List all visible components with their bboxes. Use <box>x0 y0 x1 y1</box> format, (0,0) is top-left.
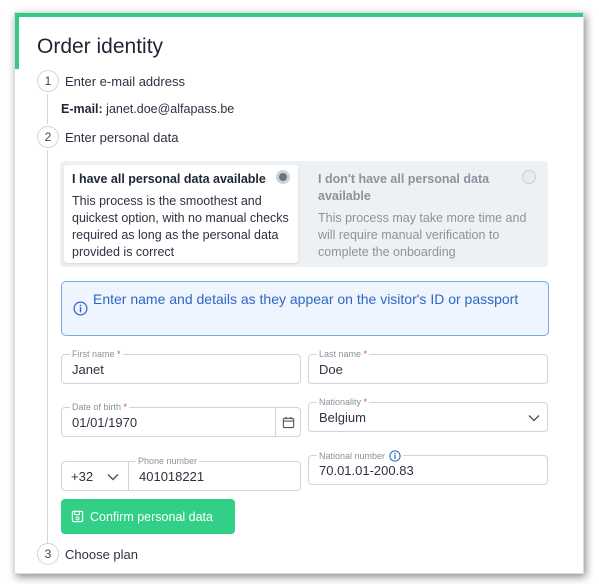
email-value: janet.doe@alfapass.be <box>106 102 235 116</box>
phone-field[interactable]: +32 Phone number 401018221 <box>61 456 301 491</box>
step-3-number: 3 <box>37 543 59 565</box>
first-name-label: First name * <box>70 349 123 359</box>
option-all-data-title: I have all personal data available <box>72 172 266 186</box>
phone-prefix-value[interactable]: +32 <box>71 469 93 484</box>
email-summary: E-mail: janet.doe@alfapass.be <box>61 102 234 116</box>
info-banner-text: Enter name and details as they appear on… <box>93 291 519 307</box>
last-name-value: Doe <box>319 362 343 377</box>
step-2-number: 2 <box>37 126 59 148</box>
option-all-data-description: This process is the smoothest and quicke… <box>72 194 289 259</box>
national-number-value: 70.01.01-200.83 <box>319 463 414 478</box>
confirm-button-label: Confirm personal data <box>90 509 213 524</box>
step-1-connector <box>47 94 48 124</box>
option-missing-data-radio[interactable] <box>522 170 536 184</box>
email-label: E-mail: <box>61 102 103 116</box>
page-title: Order identity <box>37 35 164 58</box>
last-name-label: Last name * <box>317 349 370 359</box>
option-missing-data-description: This process may take more time and will… <box>318 211 527 259</box>
step-1-label: Enter e-mail address <box>65 74 185 89</box>
date-of-birth-field[interactable]: Date of birth * 01/01/1970 <box>61 402 301 437</box>
option-missing-data-title: I don't have all personal data available <box>318 172 490 203</box>
info-icon <box>73 301 88 316</box>
national-number-field[interactable]: National number 70.01.01-200.83 <box>308 450 548 485</box>
national-number-label: National number <box>317 450 404 462</box>
first-name-value: Janet <box>72 362 104 377</box>
date-of-birth-label: Date of birth * <box>70 402 130 412</box>
nationality-label: Nationality * <box>317 397 370 407</box>
nationality-select[interactable]: Nationality * Belgium <box>308 397 548 432</box>
phone-number-value: 401018221 <box>139 469 205 484</box>
save-icon <box>71 510 84 523</box>
step-2-connector <box>47 150 48 543</box>
step-2-label: Enter personal data <box>65 130 179 145</box>
order-identity-panel: Order identity 1 Enter e-mail address E-… <box>14 12 584 574</box>
first-name-field[interactable]: First name * Janet <box>61 349 301 384</box>
chevron-down-icon[interactable] <box>528 414 540 422</box>
confirm-personal-data-button[interactable]: Confirm personal data <box>61 499 235 534</box>
id-info-banner: Enter name and details as they appear on… <box>61 281 549 336</box>
data-availability-options: I have all personal data available This … <box>60 161 548 267</box>
option-all-data-available[interactable]: I have all personal data available This … <box>64 165 298 263</box>
nationality-value: Belgium <box>319 410 366 425</box>
option-missing-data[interactable]: I don't have all personal data available… <box>310 165 544 263</box>
step-1-number: 1 <box>37 70 59 92</box>
option-all-data-radio[interactable] <box>276 170 290 184</box>
step-3-label: Choose plan <box>65 547 138 562</box>
phone-number-label: Phone number <box>136 456 200 466</box>
chevron-down-icon[interactable] <box>107 473 119 481</box>
last-name-field[interactable]: Last name * Doe <box>308 349 548 384</box>
info-icon[interactable] <box>389 450 402 462</box>
calendar-icon[interactable] <box>282 416 295 429</box>
date-of-birth-value: 01/01/1970 <box>72 415 138 430</box>
